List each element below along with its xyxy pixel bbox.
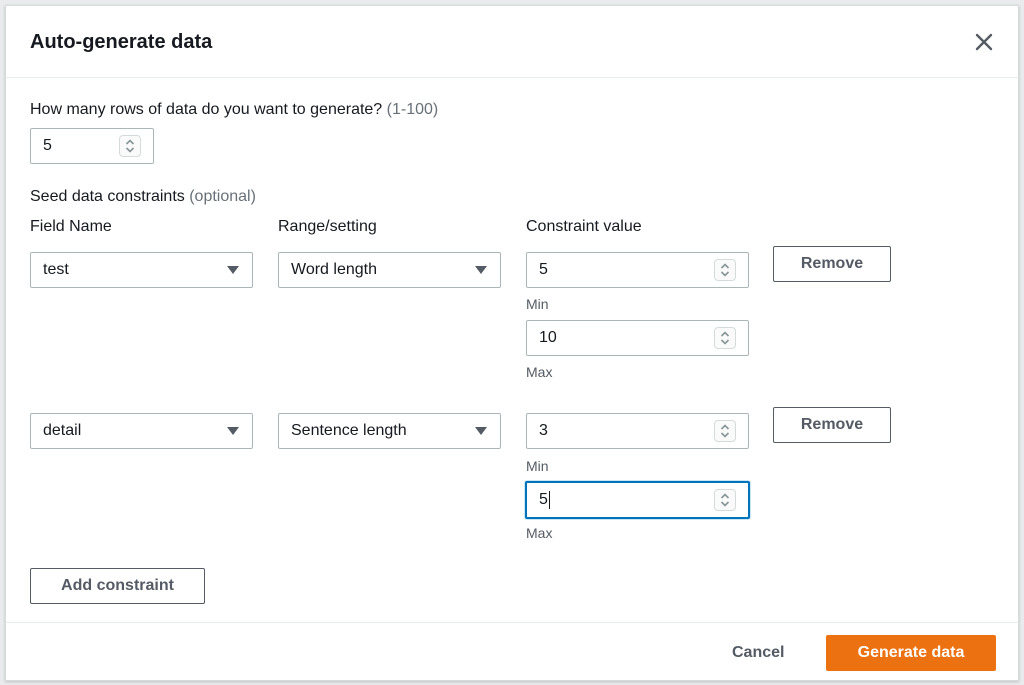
- field-name-select-1[interactable]: test: [30, 252, 253, 288]
- auto-generate-modal: Auto-generate data How many rows of data…: [5, 5, 1019, 681]
- constraint-max-input-2[interactable]: 5: [525, 481, 750, 519]
- constraint-min-value-2: 3: [539, 422, 548, 439]
- field-name-value-1: test: [43, 261, 69, 278]
- constraint-min-stepper-2[interactable]: [714, 420, 736, 442]
- modal-title: Auto-generate data: [30, 31, 213, 53]
- field-name-select-2[interactable]: detail: [30, 413, 253, 449]
- range-setting-value-2: Sentence length: [291, 422, 407, 439]
- seed-constraints-text: Seed data constraints: [30, 188, 185, 205]
- caret-down-icon: [227, 266, 239, 274]
- stepper-arrows-icon: [720, 263, 730, 277]
- constraint-min-label-1: Min: [526, 296, 549, 312]
- stepper-arrows-icon: [720, 493, 730, 507]
- add-constraint-button[interactable]: Add constraint: [30, 568, 205, 604]
- constraint-max-label-2: Max: [526, 525, 553, 541]
- close-icon[interactable]: [974, 32, 994, 52]
- remove-constraint-button-1[interactable]: Remove: [773, 246, 891, 282]
- footer-divider: [6, 622, 1018, 623]
- field-name-value-2: detail: [43, 422, 82, 439]
- constraint-max-field-2: 5: [539, 490, 714, 509]
- constraint-min-label-2: Min: [526, 458, 549, 474]
- stepper-arrows-icon: [125, 139, 135, 153]
- cancel-button[interactable]: Cancel: [732, 644, 784, 662]
- seed-constraints-hint: (optional): [189, 188, 256, 205]
- stepper-arrows-icon: [720, 331, 730, 345]
- caret-down-icon: [227, 427, 239, 435]
- range-setting-select-1[interactable]: Word length: [278, 252, 501, 288]
- caret-down-icon: [475, 427, 487, 435]
- text-cursor: [548, 490, 550, 509]
- generate-data-button[interactable]: Generate data: [826, 635, 996, 671]
- rows-range-hint: (1-100): [386, 101, 439, 118]
- col-header-constraint-value: Constraint value: [526, 218, 642, 235]
- constraint-max-stepper-2[interactable]: [714, 489, 736, 511]
- constraint-min-input-1[interactable]: 5: [526, 252, 749, 288]
- constraint-max-input-1[interactable]: 10: [526, 320, 749, 356]
- rows-count-stepper[interactable]: [119, 135, 141, 157]
- constraint-min-input-2[interactable]: 3: [526, 413, 749, 449]
- caret-down-icon: [475, 266, 487, 274]
- seed-constraints-heading: Seed data constraints (optional): [30, 188, 256, 206]
- remove-constraint-button-2[interactable]: Remove: [773, 407, 891, 443]
- rows-question-text: How many rows of data do you want to gen…: [30, 101, 383, 118]
- stepper-arrows-icon: [720, 424, 730, 438]
- constraint-min-value-1: 5: [539, 261, 548, 278]
- constraint-min-stepper-1[interactable]: [714, 259, 736, 281]
- modal-header: Auto-generate data: [6, 6, 1018, 78]
- constraint-max-value-1: 10: [539, 329, 557, 346]
- range-setting-value-1: Word length: [291, 261, 377, 278]
- constraint-max-value-2: 5: [539, 491, 548, 509]
- col-header-range-setting: Range/setting: [278, 218, 377, 235]
- rows-count-input[interactable]: 5: [30, 128, 154, 164]
- range-setting-select-2[interactable]: Sentence length: [278, 413, 501, 449]
- rows-count-value: 5: [43, 137, 52, 154]
- constraint-max-stepper-1[interactable]: [714, 327, 736, 349]
- col-header-field-name: Field Name: [30, 218, 112, 235]
- constraint-max-label-1: Max: [526, 364, 553, 380]
- rows-question-label: How many rows of data do you want to gen…: [30, 101, 438, 119]
